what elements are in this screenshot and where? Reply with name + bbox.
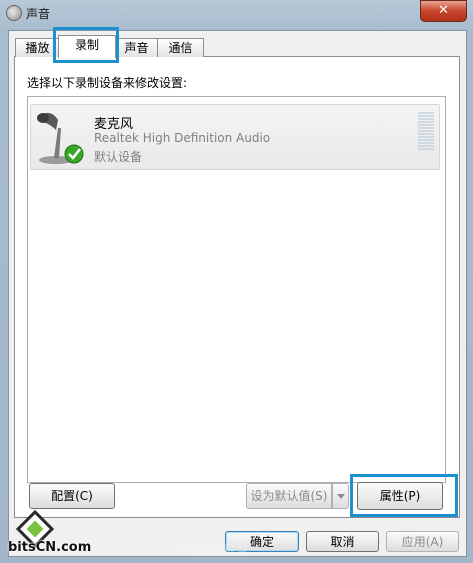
device-status: 默认设备	[94, 150, 143, 164]
instruction-text: 选择以下录制设备来修改设置:	[27, 76, 188, 90]
level-meter	[418, 112, 434, 152]
tab-sounds[interactable]: 声音	[114, 38, 159, 57]
tab-highlight-box	[53, 27, 119, 63]
properties-highlight-box	[350, 474, 458, 517]
watermark-text: bitsCN.com	[8, 540, 92, 555]
speaker-icon	[6, 5, 22, 21]
tab-communications[interactable]: 通信	[157, 38, 204, 57]
close-button[interactable]: ✕	[420, 0, 467, 22]
green-check-icon	[64, 144, 84, 164]
microphone-icon	[37, 112, 84, 164]
apply-button[interactable]: 应用(A)	[386, 531, 459, 552]
cancel-button[interactable]: 取消	[306, 531, 379, 552]
set-default-button[interactable]: 设为默认值(S)	[246, 483, 332, 509]
set-default-dropdown-arrow[interactable]	[332, 483, 349, 509]
window-title: 声音	[26, 7, 51, 21]
configure-button[interactable]: 配置(C)	[29, 483, 115, 509]
watermark-faint-text: 中国网管联盟	[176, 543, 249, 557]
device-description: Realtek High Definition Audio	[94, 131, 271, 145]
device-name: 麦克风	[94, 117, 134, 132]
